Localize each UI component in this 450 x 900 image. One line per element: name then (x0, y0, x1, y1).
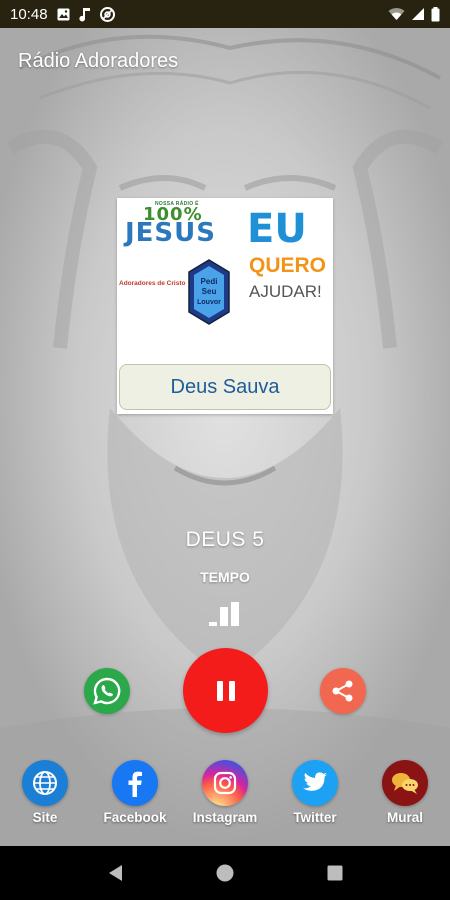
social-item-twitter[interactable]: Twitter (275, 760, 355, 825)
twitter-icon (292, 760, 338, 806)
music-note-icon (78, 7, 91, 22)
artwork-quero: QUERO (249, 254, 327, 277)
at-sign-icon (99, 6, 115, 22)
track-subtitle: TEMPO (200, 569, 250, 585)
status-bar: 10:48 (0, 0, 450, 28)
globe-icon (22, 760, 68, 806)
home-circle-icon (216, 864, 234, 882)
station-artwork: NOSSA RÁDIO É 100% JESUS EU QUERO AJUDAR… (117, 198, 333, 414)
navigation-bar (0, 846, 450, 900)
social-label-facebook: Facebook (103, 810, 167, 825)
svg-text:Pedi: Pedi (201, 277, 218, 286)
artwork-adoradores: Adoradores de Cristo (119, 280, 186, 287)
request-badge-icon: Pedi Seu Louvor (188, 259, 230, 325)
deus-sauva-button[interactable]: Deus Sauva (119, 364, 331, 410)
whatsapp-icon (93, 677, 121, 705)
whatsapp-button[interactable] (84, 668, 130, 714)
track-title: DEUS 5 (185, 528, 265, 551)
home-button[interactable] (205, 853, 245, 893)
chat-bubbles-icon (382, 760, 428, 806)
pause-button[interactable] (183, 648, 268, 733)
social-label-site: Site (32, 810, 58, 825)
social-item-facebook[interactable]: Facebook (95, 760, 175, 825)
recents-button[interactable] (315, 853, 355, 893)
photo-icon (57, 8, 70, 21)
social-label-twitter: Twitter (293, 810, 337, 825)
recents-square-icon (327, 865, 343, 881)
share-icon (332, 680, 353, 702)
artwork-ajudar: AJUDAR! (249, 282, 322, 301)
svg-text:Louvor: Louvor (197, 299, 221, 306)
social-links-bar: Site Facebook Instagram Twitter Mural (0, 760, 450, 830)
equalizer-icon (209, 602, 239, 626)
battery-icon (431, 6, 440, 22)
social-label-instagram: Instagram (192, 810, 258, 825)
social-item-mural[interactable]: Mural (365, 760, 445, 825)
wifi-icon (388, 7, 405, 21)
facebook-icon (112, 760, 158, 806)
back-button[interactable] (95, 853, 135, 893)
status-time: 10:48 (10, 5, 48, 23)
artwork-jesus: JESUS (125, 218, 216, 248)
social-item-instagram[interactable]: Instagram (185, 760, 265, 825)
social-label-mural: Mural (386, 810, 423, 825)
pause-icon (216, 680, 235, 701)
app-title: Rádio Adoradores (18, 50, 179, 72)
back-triangle-icon (109, 865, 122, 881)
signal-icon (411, 7, 425, 21)
share-button[interactable] (320, 668, 366, 714)
instagram-icon (202, 760, 248, 806)
app-screen: Rádio Adoradores NOSSA RÁDIO É 100% JESU… (0, 28, 450, 846)
social-item-site[interactable]: Site (5, 760, 85, 825)
svg-text:Seu: Seu (202, 287, 217, 296)
artwork-eu: EU (247, 206, 307, 252)
